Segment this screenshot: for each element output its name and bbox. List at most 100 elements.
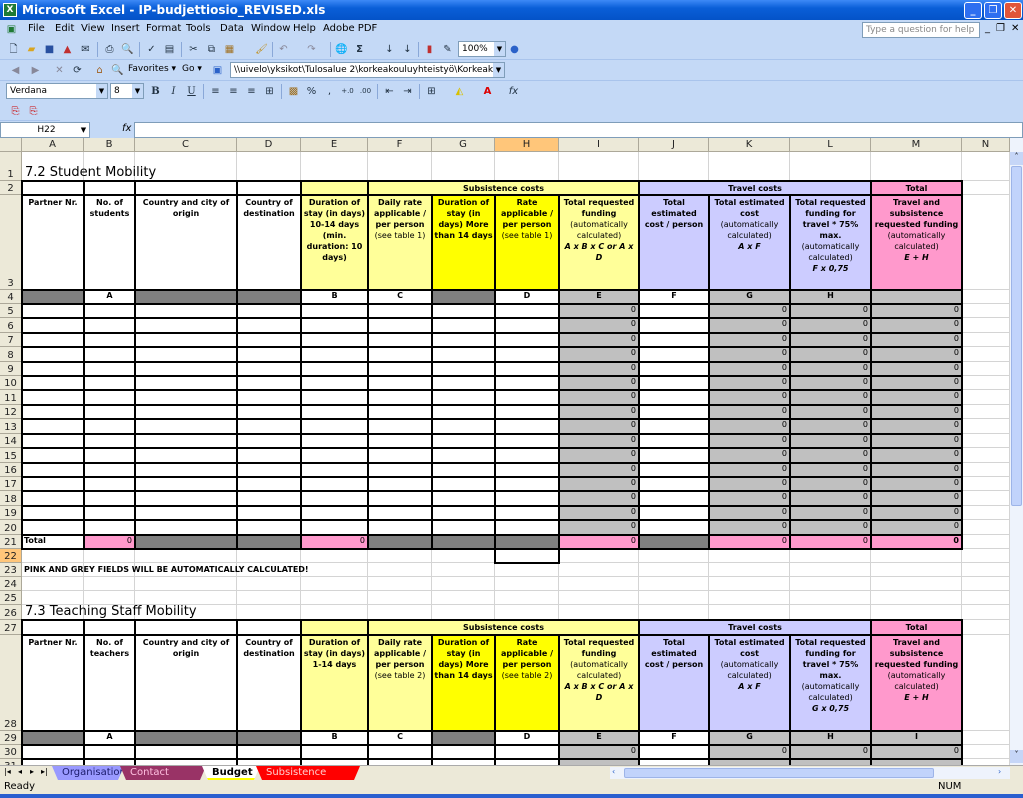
row-header-13[interactable]: 13 (0, 419, 22, 434)
sort-ascending-icon[interactable]: ↓ (382, 42, 397, 57)
row-header-10[interactable]: 10 (0, 376, 22, 391)
workbook-icon[interactable]: ▣ (4, 22, 19, 37)
row-header-14[interactable]: 14 (0, 433, 22, 449)
show-web-toolbar-icon[interactable]: ▣ (210, 63, 225, 78)
menu-view[interactable]: View (81, 23, 105, 34)
column-header-M[interactable]: M (871, 138, 962, 152)
font-color-icon[interactable]: A (480, 84, 495, 99)
copy-icon[interactable]: ⧉ (204, 42, 219, 57)
row-header-18[interactable]: 18 (0, 491, 22, 506)
permission-icon[interactable]: ▲ (60, 42, 75, 57)
last-sheet-icon[interactable]: ▸| (41, 767, 48, 776)
total-cell-M[interactable]: 0 (870, 533, 963, 550)
total-cell-D[interactable] (236, 533, 302, 550)
row-header-9[interactable]: 9 (0, 361, 22, 377)
bold-button[interactable]: B (148, 84, 163, 99)
row-header-25[interactable]: 25 (0, 590, 22, 605)
sort-descending-icon[interactable]: ↓ (400, 42, 415, 57)
total-cell-L[interactable]: 0 (789, 533, 872, 550)
doc-restore-button[interactable]: ❐ (996, 23, 1005, 34)
italic-button[interactable]: I (166, 84, 181, 99)
corner-select-all[interactable] (0, 138, 22, 152)
data-cell-A31[interactable] (21, 757, 85, 765)
scroll-down-icon[interactable]: ˅ (1010, 750, 1023, 763)
column-header-L[interactable]: L (790, 138, 871, 152)
total-cell-G[interactable] (431, 533, 496, 550)
stop-icon[interactable]: ✕ (52, 63, 67, 78)
row-header-1[interactable]: 1 (0, 152, 22, 181)
menu-adobe-pdf[interactable]: Adobe PDF (323, 23, 377, 34)
column-header-H[interactable]: H (495, 138, 559, 152)
fill-color-icon[interactable]: ◭ (452, 84, 467, 99)
data-cell-J31[interactable] (638, 757, 710, 765)
column-header-F[interactable]: F (368, 138, 432, 152)
column-header-I[interactable]: I (559, 138, 639, 152)
font-size-combo[interactable]: 8 ▼ (110, 83, 144, 99)
row-header-12[interactable]: 12 (0, 404, 22, 420)
formula-input[interactable] (134, 122, 1023, 138)
row-header-6[interactable]: 6 (0, 318, 22, 333)
menu-help[interactable]: Help (293, 23, 316, 34)
redo-icon[interactable]: ↷ (304, 42, 319, 57)
column-header-K[interactable]: K (709, 138, 790, 152)
scroll-left-icon[interactable]: ‹ (612, 767, 615, 776)
row-header-30[interactable]: 30 (0, 744, 22, 759)
row-header-29[interactable]: 29 (0, 730, 22, 745)
print-preview-icon[interactable]: 🔍 (120, 42, 135, 57)
row-header-21[interactable]: 21 (0, 534, 22, 549)
data-cell-E31[interactable] (300, 757, 369, 765)
doc-minimize-button[interactable]: _ (985, 23, 990, 34)
column-header-G[interactable]: G (432, 138, 495, 152)
column-header-C[interactable]: C (135, 138, 237, 152)
row-header-27[interactable]: 27 (0, 619, 22, 635)
column-header-J[interactable]: J (639, 138, 709, 152)
pdf-email-icon[interactable]: ⎘ (26, 104, 41, 119)
percent-button[interactable]: % (304, 84, 319, 99)
row-header-28[interactable]: 28 (0, 634, 22, 731)
favorites-button[interactable]: Favorites ▾ (128, 64, 176, 74)
underline-button[interactable]: U (184, 84, 199, 99)
print-icon[interactable]: ⎙ (102, 42, 117, 57)
research-icon[interactable]: ▤ (162, 42, 177, 57)
first-sheet-icon[interactable]: |◂ (4, 767, 11, 776)
save-icon[interactable]: ■ (42, 42, 57, 57)
data-cell-C31[interactable] (134, 757, 238, 765)
convert-to-pdf-icon[interactable]: ⎘ (8, 104, 23, 119)
chart-wizard-icon[interactable]: ▮ (422, 42, 437, 57)
row-header-2[interactable]: 2 (0, 181, 22, 195)
column-header-E[interactable]: E (301, 138, 368, 152)
row-header-5[interactable]: 5 (0, 304, 22, 319)
data-cell-B31[interactable] (83, 757, 136, 765)
row-header-16[interactable]: 16 (0, 462, 22, 477)
decrease-indent-icon[interactable]: ⇤ (382, 84, 397, 99)
total-cell-E[interactable]: 0 (300, 533, 369, 550)
new-icon[interactable]: 🗋 (6, 42, 21, 57)
doc-close-button[interactable]: ✕ (1011, 23, 1019, 34)
tab-subsistence-rates[interactable]: Subsistence rates (256, 766, 360, 780)
column-header-A[interactable]: A (22, 138, 84, 152)
horizontal-scroll-thumb[interactable] (624, 768, 934, 778)
worksheet-grid[interactable]: A B C D E F G H I J K L M N 1 2 3 4 5 6 7 8 9 10 11 12 13 14 15 16 17 1… (0, 138, 1010, 765)
spelling-icon[interactable]: ✓ (144, 42, 159, 57)
font-name-combo[interactable]: Verdana ▼ (6, 83, 108, 99)
data-cell-L31[interactable] (789, 757, 872, 765)
horizontal-scrollbar[interactable]: ‹ › (610, 767, 1010, 779)
column-header-D[interactable]: D (237, 138, 301, 152)
total-cell-I[interactable]: 0 (558, 533, 640, 550)
column-header-B[interactable]: B (84, 138, 135, 152)
data-cell-H31[interactable] (494, 757, 560, 765)
tab-budget[interactable]: Budget (202, 766, 260, 780)
selected-cell-H22[interactable] (494, 547, 560, 564)
close-button[interactable]: ✕ (1004, 2, 1022, 19)
format-painter-icon[interactable]: 🖌 (254, 42, 269, 57)
currency-icon[interactable]: ▩ (286, 84, 301, 99)
undo-icon[interactable]: ↶ (276, 42, 291, 57)
autosum-icon[interactable]: Σ (352, 42, 367, 57)
email-icon[interactable]: ✉ (78, 42, 93, 57)
row-header-3[interactable]: 3 (0, 195, 22, 290)
menu-file[interactable]: File (28, 23, 45, 34)
search-web-icon[interactable]: 🔍 (110, 63, 125, 78)
row-header-8[interactable]: 8 (0, 347, 22, 362)
menu-window[interactable]: Window (251, 23, 290, 34)
zoom-combo[interactable]: 100% ▼ (458, 41, 506, 57)
